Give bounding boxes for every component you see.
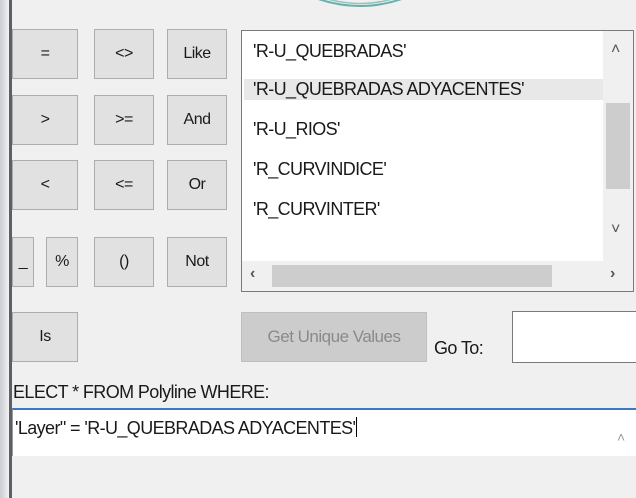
vertical-scrollbar[interactable]: ˄ ˅ — [603, 31, 633, 263]
greater-or-equal-button[interactable]: >= — [94, 95, 154, 145]
list-item[interactable]: 'R-U_QUEBRADAS' — [253, 41, 407, 62]
or-button[interactable]: Or — [167, 160, 227, 210]
list-item[interactable]: 'R_CURVINDICE' — [253, 159, 387, 180]
horizontal-scroll-thumb[interactable] — [272, 265, 552, 287]
chevron-up-icon[interactable]: ˄ — [617, 429, 625, 445]
not-equal-button[interactable]: <> — [94, 29, 154, 79]
list-item-selected[interactable]: 'R-U_QUEBRADAS ADYACENTES' — [244, 79, 610, 100]
chevron-down-icon[interactable]: ˅ — [611, 221, 620, 239]
sql-expression-textarea[interactable]: 'Layer" = 'R-U_QUEBRADAS ADYACENTES' ˄ — [12, 408, 636, 456]
text-caret — [356, 417, 358, 437]
less-than-button[interactable]: < — [12, 160, 78, 210]
get-unique-values-button[interactable]: Get Unique Values — [241, 312, 427, 362]
like-button[interactable]: Like — [167, 29, 227, 79]
sql-expression-text: 'Layer" = 'R-U_QUEBRADAS ADYACENTES' — [15, 417, 358, 438]
is-button[interactable]: Is — [12, 312, 78, 362]
unique-values-list[interactable]: 'R-U_QUEBRADAS' 'R-U_QUEBRADAS ADYACENTE… — [241, 30, 634, 292]
equals-button[interactable]: = — [12, 29, 78, 79]
sql-where-label: ELECT * FROM Polyline WHERE: — [13, 382, 270, 402]
page-edge-shadow — [0, 0, 9, 498]
underscore-wildcard-button[interactable]: _ — [12, 237, 34, 287]
not-button[interactable]: Not — [167, 237, 227, 287]
greater-than-button[interactable]: > — [12, 95, 78, 145]
goto-label: Go To: — [434, 338, 484, 358]
chevron-left-icon[interactable]: ‹ — [250, 265, 255, 283]
goto-input[interactable] — [512, 311, 636, 363]
less-or-equal-button[interactable]: <= — [94, 160, 154, 210]
and-button[interactable]: And — [167, 95, 227, 145]
vertical-scroll-thumb[interactable] — [606, 103, 630, 189]
chevron-right-icon[interactable]: › — [610, 265, 615, 283]
percent-wildcard-button[interactable]: % — [46, 237, 78, 287]
list-item[interactable]: 'R_CURVINTER' — [253, 199, 380, 220]
decorative-arc — [318, 0, 402, 7]
bottom-panel-area — [12, 456, 636, 498]
parentheses-button[interactable]: () — [94, 237, 154, 287]
chevron-up-icon[interactable]: ˄ — [611, 41, 620, 59]
list-item[interactable]: 'R-U_RIOS' — [253, 119, 340, 140]
horizontal-scrollbar[interactable]: ‹ › — [242, 261, 633, 291]
